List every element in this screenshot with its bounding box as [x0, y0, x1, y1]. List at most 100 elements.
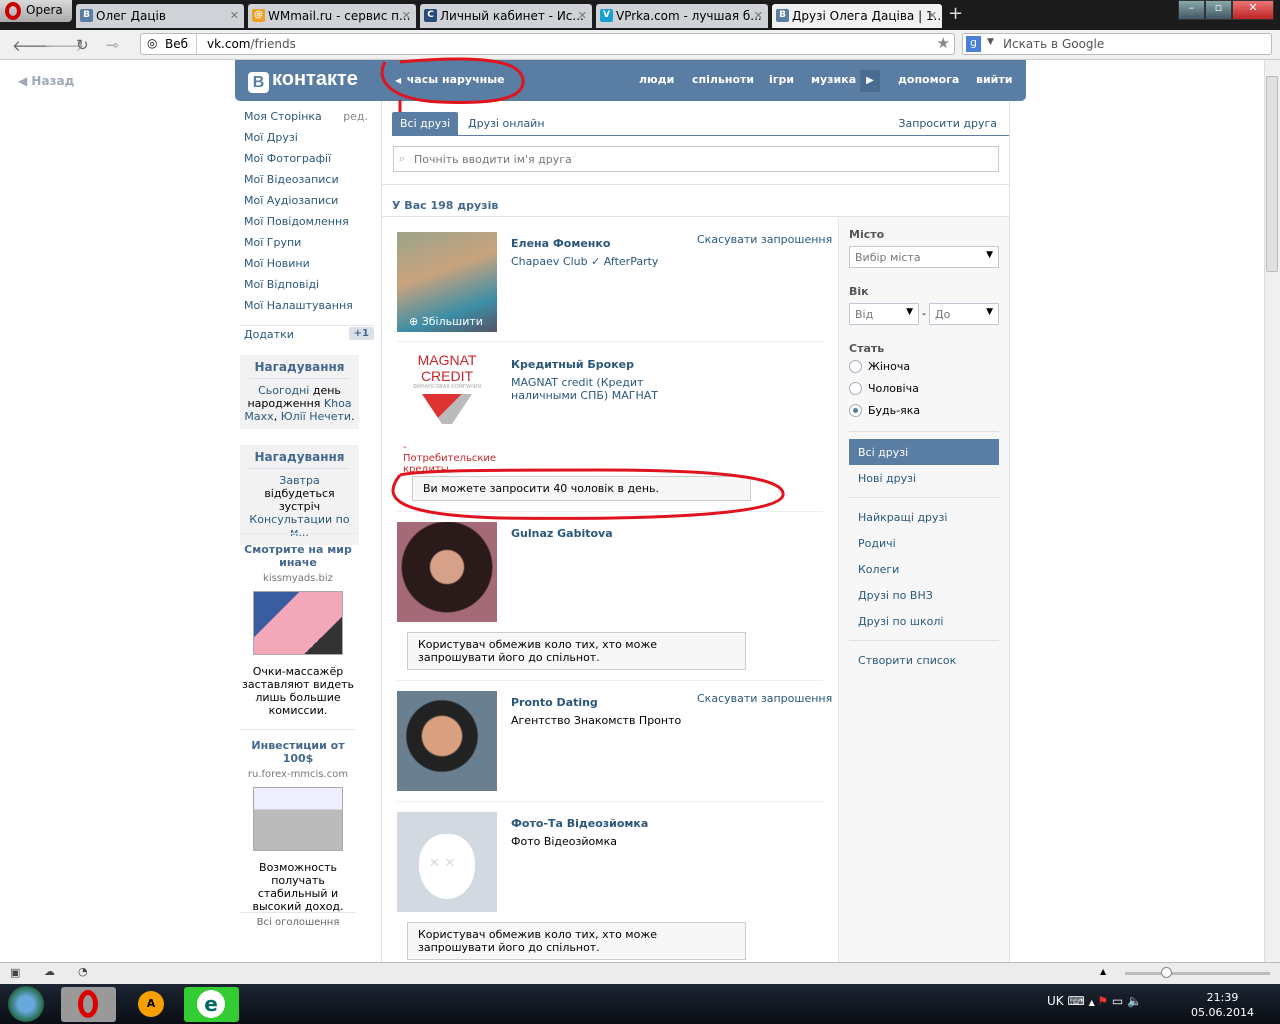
close-tab-icon[interactable]: ✕	[402, 9, 411, 22]
sidebar-item-audio[interactable]: Мої Аудіозаписи	[244, 194, 374, 215]
all-ads-link[interactable]: Всі оголошення	[240, 912, 356, 928]
zoom-slider[interactable]	[1125, 967, 1270, 978]
reminder-link[interactable]: Завтра	[279, 474, 319, 487]
sex-radio-male[interactable]: Чоловіча	[849, 382, 919, 395]
key-icon[interactable]: ⊸	[106, 36, 119, 54]
radio-button-selected[interactable]	[849, 404, 862, 417]
new-tab-button[interactable]: +	[948, 3, 963, 24]
music-play-button[interactable]: ▶	[860, 70, 880, 92]
nav-logout[interactable]: вийти	[976, 73, 1012, 86]
taskbar-opera[interactable]	[61, 987, 116, 1022]
friend-photo-placeholder[interactable]: ✕ ✕	[397, 812, 497, 912]
nav-communities[interactable]: спільноти	[692, 73, 754, 86]
browser-tab[interactable]: C Личный кабинет - Ис... ✕	[420, 4, 592, 28]
list-relatives[interactable]: Родичі	[849, 530, 999, 556]
ad-image-index[interactable]	[253, 787, 343, 851]
taskbar-aimp[interactable]: A	[123, 987, 178, 1022]
sidebar-item-photos[interactable]: Мої Фотографії	[244, 152, 374, 173]
scrollbar-thumb[interactable]	[1266, 76, 1278, 272]
browser-tab[interactable]: @ WMmail.ru - сервис п... ✕	[248, 4, 416, 28]
sidebar-item-friends[interactable]: Мої Друзі	[244, 131, 374, 152]
sidebar-item-answers[interactable]: Мої Відповіді	[244, 278, 374, 299]
ad-block[interactable]: Инвестиции от 100$ ru.forex-mmcis.com Возм…	[240, 729, 356, 913]
sidebar-item-videos[interactable]: Мої Відеозаписи	[244, 173, 374, 194]
google-search-field[interactable]: g ▼ Искать в Google	[962, 33, 1272, 55]
nav-games[interactable]: ігри	[769, 73, 794, 86]
nav-help[interactable]: допомога	[898, 73, 959, 86]
sex-radio-female[interactable]: Жіноча	[849, 360, 910, 373]
friend-search-input[interactable]: ⌕ Почніть вводити ім'я друга	[393, 146, 999, 172]
list-new-friends[interactable]: Нові друзі	[849, 465, 999, 491]
show-hidden-icons[interactable]: ▲	[1089, 998, 1098, 1007]
sidebar-item-groups[interactable]: Мої Групи	[244, 236, 374, 257]
browser-tab[interactable]: B Олег Даців ✕	[76, 4, 244, 28]
action-center-icon[interactable]: ⚑	[1097, 994, 1108, 1008]
clock[interactable]: 21:39 05.06.2014	[1191, 990, 1254, 1020]
create-list-link[interactable]: Створити список	[849, 647, 999, 673]
sidebar-item-my-page[interactable]: Моя Сторінка ред.	[244, 110, 374, 131]
nav-people[interactable]: люди	[639, 73, 674, 86]
sex-radio-any[interactable]: Будь-яка	[849, 404, 920, 417]
sidebar-item-news[interactable]: Мої Новини	[244, 257, 374, 278]
ad-block[interactable]: Смотрите на мир иначе kissmyads.biz Очки-м…	[240, 533, 356, 717]
ad-title[interactable]: Инвестиции от 100$	[240, 739, 356, 765]
chevron-down-icon[interactable]: ▼	[987, 37, 994, 47]
language-indicator[interactable]: UK	[1047, 994, 1064, 1008]
reminder-link[interactable]: Сьогодні	[258, 384, 309, 397]
panel-toggle-icon[interactable]: ▣	[10, 966, 20, 979]
speed-dial-icon[interactable]: ◔	[78, 965, 88, 978]
age-from-select[interactable]: Від ▼	[849, 303, 919, 325]
friend-photo[interactable]	[397, 691, 497, 791]
volume-icon[interactable]: 🔈	[1123, 994, 1142, 1008]
friend-name[interactable]: Фото-Та Відеозйомка	[511, 817, 648, 830]
friend-name[interactable]: Gulnaz Gabitova	[511, 527, 613, 540]
list-university-friends[interactable]: Друзі по ВНЗ	[849, 582, 999, 608]
friend-photo[interactable]	[397, 522, 497, 622]
invite-friend-link[interactable]: Запросити друга	[890, 112, 1005, 135]
ad-title[interactable]: Смотрите на мир иначе	[240, 543, 356, 569]
close-tab-icon[interactable]: ✕	[578, 9, 587, 22]
radio-button[interactable]	[849, 360, 862, 373]
cancel-invite-link[interactable]: Скасувати запрошення	[697, 692, 832, 705]
cancel-invite-link[interactable]: Скасувати запрошення	[697, 233, 832, 246]
friend-name[interactable]: Елена Фоменко	[511, 237, 610, 250]
bookmark-star-icon[interactable]: ★	[937, 34, 950, 52]
now-playing-status[interactable]: ◀ часы наручные	[395, 73, 505, 86]
friend-photo[interactable]: ⊕ Збільшити	[397, 232, 497, 332]
reminder-link[interactable]: Юлії Нечети	[281, 410, 351, 423]
minimize-button[interactable]: –	[1178, 0, 1205, 20]
close-tab-icon[interactable]: ✕	[754, 9, 763, 22]
zoom-slider-handle[interactable]	[1161, 967, 1172, 978]
reload-icon[interactable]: ↻	[76, 36, 89, 54]
age-to-select[interactable]: До ▼	[929, 303, 999, 325]
friend-subtitle[interactable]: Chapaev Club ✓ AfterParty	[511, 255, 711, 268]
friend-name[interactable]: Pronto Dating	[511, 696, 598, 709]
maximize-button[interactable]: ▫	[1205, 0, 1232, 20]
zoom-photo-link[interactable]: ⊕ Збільшити	[409, 315, 483, 328]
browser-tab[interactable]: V VPrka.com - лучшая б... ✕	[596, 4, 768, 28]
address-field[interactable]: ◎ Веб vk.com/friends ★	[140, 33, 955, 55]
tab-online-friends[interactable]: Друзі онлайн	[460, 112, 553, 135]
ad-image-pig[interactable]	[253, 591, 343, 655]
sidebar-item-apps[interactable]: Додатки +1	[240, 325, 374, 341]
tab-all-friends[interactable]: Всі друзі	[392, 112, 459, 135]
opera-unite-icon[interactable]: ☁	[44, 965, 55, 978]
keyboard-icon[interactable]: ⌨	[1064, 994, 1089, 1008]
list-best-friends[interactable]: Найкращі друзі	[849, 504, 999, 530]
web-badge[interactable]: ◎ Веб	[141, 34, 197, 54]
opera-menu-button[interactable]: Opera	[0, 0, 72, 22]
city-select[interactable]: Вибір міста ▼	[849, 246, 999, 268]
list-school-friends[interactable]: Друзі по школі	[849, 608, 999, 634]
back-link[interactable]: ◀ Назад	[18, 74, 74, 88]
close-tab-icon[interactable]: ✕	[928, 9, 937, 22]
friend-name[interactable]: Кредитный Брокер	[511, 358, 634, 371]
browser-tab-active[interactable]: B Друзі Олега Даціва | 1... ✕	[772, 4, 942, 28]
edit-link[interactable]: ред.	[343, 110, 368, 123]
network-icon[interactable]: ▭	[1108, 994, 1123, 1008]
taskbar-eset[interactable]: e	[184, 987, 239, 1022]
sidebar-item-settings[interactable]: Мої Налаштування	[244, 299, 374, 320]
radio-button[interactable]	[849, 382, 862, 395]
vk-logo[interactable]: Вконтакте	[248, 68, 358, 93]
nav-music[interactable]: музика	[811, 73, 856, 86]
friend-photo-magnat-logo[interactable]: MAGNAT CREDIT ФИНАНСОВАЯ КОМПАНИЯ - Потреб…	[397, 352, 497, 475]
